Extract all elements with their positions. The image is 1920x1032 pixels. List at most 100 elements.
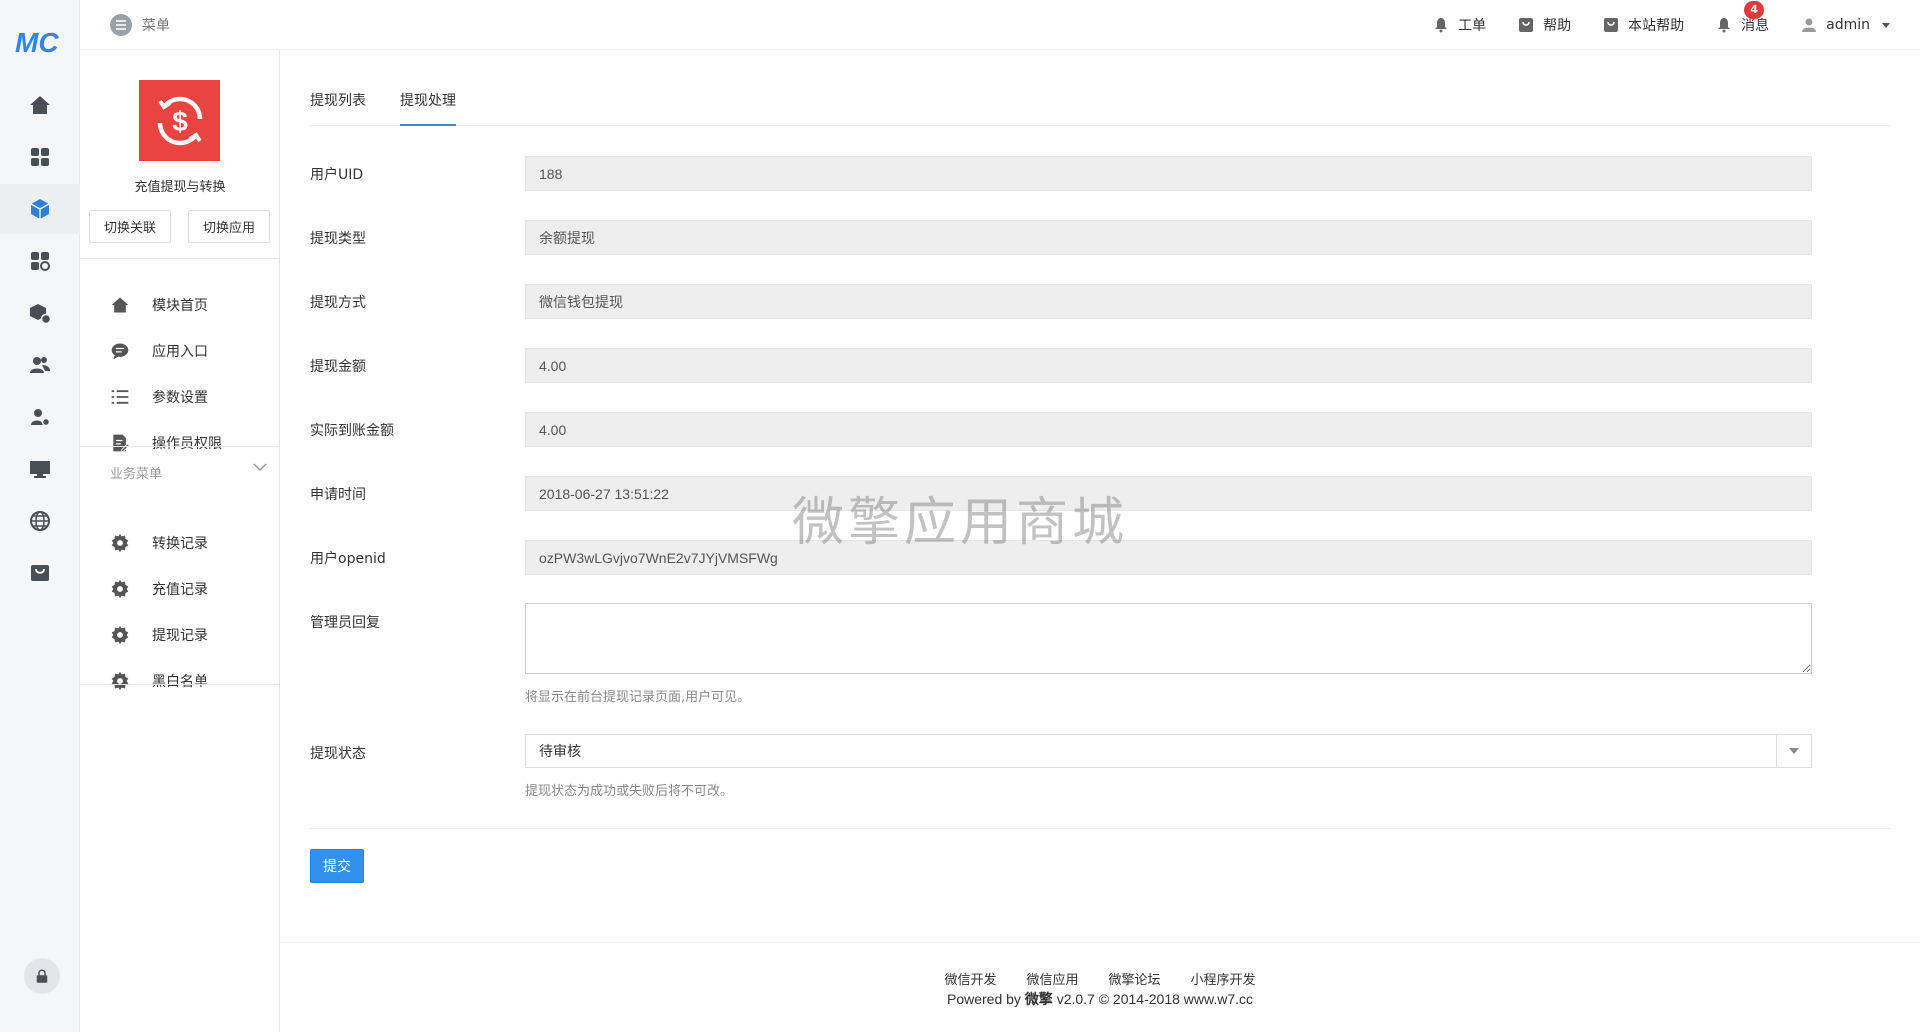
edit-doc-icon xyxy=(113,434,130,452)
menu-toggle[interactable]: 菜单 xyxy=(110,14,170,36)
app-logo: $ xyxy=(139,80,220,161)
brand-logo[interactable]: MC xyxy=(15,26,65,58)
withdraw-type-field: 余额提现 xyxy=(525,220,1812,255)
sidebar-item-withdraw-records[interactable]: 提现记录 xyxy=(80,612,280,658)
sidebar-item-label: 转换记录 xyxy=(152,536,208,552)
admin-reply-help: 将显示在前台提现记录页面,用户可见。 xyxy=(525,690,751,705)
footer-link-forum[interactable]: 微擎论坛 xyxy=(1109,969,1161,988)
tab-bar: 提现列表 提现处理 xyxy=(310,90,1890,126)
sidebar-item-label: 操作员权限 xyxy=(152,436,222,452)
currency-exchange-icon: $ xyxy=(157,96,202,145)
admin-reply-input[interactable] xyxy=(525,603,1812,674)
divider xyxy=(80,446,280,447)
switch-link-button[interactable]: 切换关联 xyxy=(89,210,171,243)
status-select[interactable]: 待审核 xyxy=(525,734,1812,768)
rail-cube-gear-icon[interactable] xyxy=(0,288,80,338)
site-help-link[interactable]: 本站帮助 xyxy=(1603,15,1684,35)
copyright: Powered by 微擎 v2.0.7 © 2014-2018 www.w7.… xyxy=(280,989,1920,1009)
menu-label: 菜单 xyxy=(142,18,170,34)
actual-amount-field: 4.00 xyxy=(525,412,1812,447)
messages-badge: 4 xyxy=(1744,1,1765,19)
divider xyxy=(80,258,280,259)
chevron-down-icon xyxy=(1882,22,1890,28)
sidebar-item-label: 黑白名单 xyxy=(152,674,208,690)
divider xyxy=(310,828,1890,829)
list-icon xyxy=(110,14,132,36)
apply-time-label: 申请时间 xyxy=(310,487,366,503)
help-label: 帮助 xyxy=(1543,18,1572,34)
site-help-label: 本站帮助 xyxy=(1628,18,1685,34)
rail-globe-icon[interactable] xyxy=(0,496,80,546)
chevron-down-icon[interactable] xyxy=(253,462,267,472)
rail-user-gear-icon[interactable] xyxy=(0,392,80,442)
withdraw-type-label: 提现类型 xyxy=(310,231,366,247)
tab-withdraw-process[interactable]: 提现处理 xyxy=(400,90,456,126)
module-sidebar: $ 充值提现与转换 切换关联 切换应用 模块首页 应用入口 参数设置 操作员权限… xyxy=(80,50,280,1032)
powered-prefix: Powered by xyxy=(946,991,1021,1007)
gear-icon xyxy=(111,671,129,691)
user-menu[interactable]: admin xyxy=(1801,17,1890,33)
sidebar-item-settings[interactable]: 参数设置 xyxy=(80,374,280,420)
business-menu-label: 业务菜单 xyxy=(110,467,163,482)
svg-text:$: $ xyxy=(172,106,188,137)
footer-link-miniprogram[interactable]: 小程序开发 xyxy=(1191,969,1256,988)
actual-amount-label: 实际到账金额 xyxy=(310,423,394,439)
sidebar-item-blacklist[interactable]: 黑白名单 xyxy=(80,658,280,704)
user-icon xyxy=(1802,18,1817,32)
rail-monitor-icon[interactable] xyxy=(0,444,80,494)
openid-label: 用户openid xyxy=(310,551,386,567)
uid-label: 用户UID xyxy=(310,167,364,183)
sidebar-item-convert-records[interactable]: 转换记录 xyxy=(80,520,280,566)
username: admin xyxy=(1826,17,1870,33)
help-box-icon xyxy=(1604,18,1619,32)
sidebar-item-label: 充值记录 xyxy=(152,582,208,598)
rail-users-icon[interactable] xyxy=(0,340,80,390)
sidebar-item-permissions[interactable]: 操作员权限 xyxy=(80,420,280,466)
top-right-links: 工单 帮助 本站帮助 消息 4 admin xyxy=(1433,0,1890,50)
brand-name: 微擎 xyxy=(1024,991,1053,1007)
openid-field: ozPW3wLGvjvo7WnE2v7JYjVMSFWg xyxy=(525,540,1812,575)
sidebar-item-module-home[interactable]: 模块首页 xyxy=(80,282,280,328)
chevron-down-icon[interactable] xyxy=(1776,735,1811,767)
withdraw-amount-field: 4.00 xyxy=(525,348,1812,383)
bell-icon xyxy=(1435,18,1448,33)
bell-icon xyxy=(1718,18,1731,33)
divider xyxy=(80,684,280,685)
footer-link-wechat-dev[interactable]: 微信开发 xyxy=(944,969,996,988)
apply-time-field: 2018-06-27 13:51:22 xyxy=(525,476,1812,511)
ticket-label: 工单 xyxy=(1458,18,1487,34)
uid-field: 188 xyxy=(525,156,1812,191)
status-selected-value: 待审核 xyxy=(539,744,581,760)
sidebar-item-label: 模块首页 xyxy=(152,298,208,314)
gear-icon xyxy=(111,625,129,645)
sidebar-item-recharge-records[interactable]: 充值记录 xyxy=(80,566,280,612)
sidebar-item-label: 参数设置 xyxy=(152,390,208,406)
list-icon xyxy=(111,390,129,404)
messages-link[interactable]: 消息 4 xyxy=(1716,1,1769,35)
sidebar-item-app-entry[interactable]: 应用入口 xyxy=(80,328,280,374)
svg-text:MC: MC xyxy=(15,27,59,58)
footer-links: 微信开发 微信应用 微擎论坛 小程序开发 xyxy=(280,969,1920,988)
lock-icon[interactable] xyxy=(24,958,60,994)
withdraw-amount-label: 提现金额 xyxy=(310,359,366,375)
powered-suffix: v2.0.7 © 2014-2018 www.w7.cc xyxy=(1056,991,1254,1007)
status-help: 提现状态为成功或失败后将不可改。 xyxy=(525,784,734,799)
tab-withdraw-list[interactable]: 提现列表 xyxy=(310,90,366,126)
help-box-icon xyxy=(1519,18,1534,32)
rail-home-icon[interactable] xyxy=(0,80,80,130)
top-bar: 菜单 工单 帮助 本站帮助 消息 4 admin xyxy=(80,0,1920,50)
rail-grid-icon[interactable] xyxy=(0,132,80,182)
rail-shop-icon[interactable] xyxy=(0,548,80,598)
rail-cube-icon[interactable] xyxy=(0,184,80,234)
rail-apps-icon[interactable] xyxy=(0,236,80,286)
chat-icon xyxy=(111,343,129,360)
ticket-link[interactable]: 工单 xyxy=(1433,15,1486,35)
help-link[interactable]: 帮助 xyxy=(1518,15,1571,35)
home-icon xyxy=(111,297,129,313)
withdraw-method-label: 提现方式 xyxy=(310,295,366,311)
switch-app-button[interactable]: 切换应用 xyxy=(188,210,270,243)
gear-icon xyxy=(111,579,129,599)
submit-button[interactable]: 提交 xyxy=(310,849,364,883)
footer-link-wechat-apps[interactable]: 微信应用 xyxy=(1026,969,1078,988)
sidebar-item-label: 提现记录 xyxy=(152,628,208,644)
